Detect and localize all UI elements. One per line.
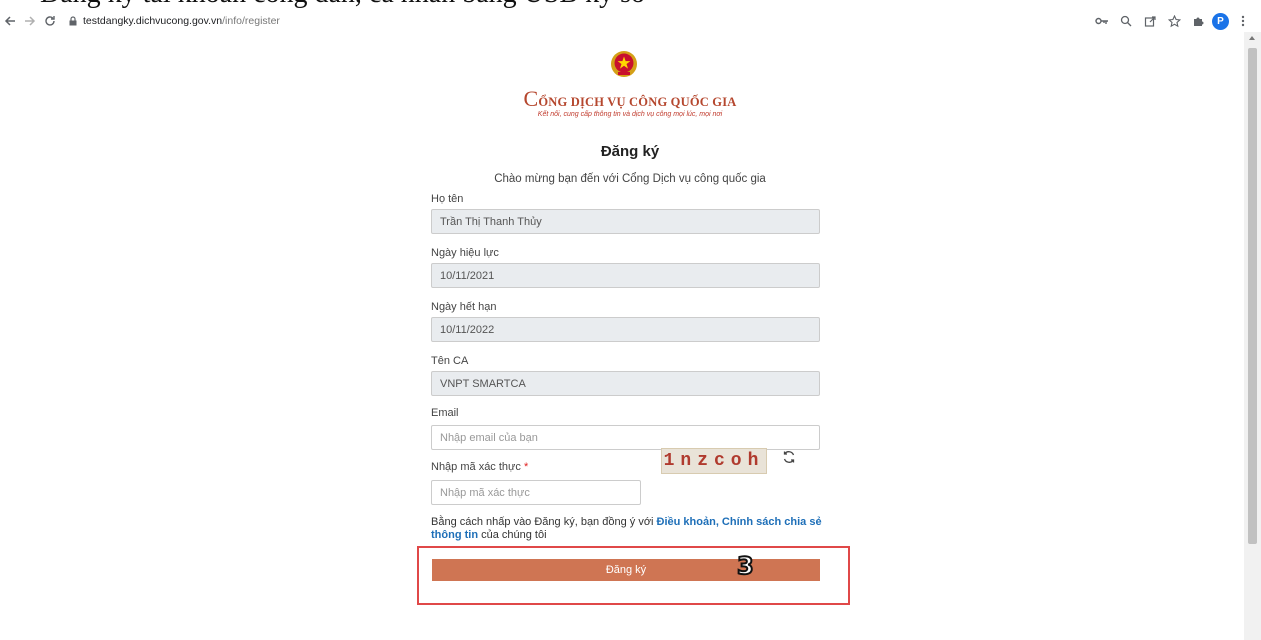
annotation-step-number: 3 [736,551,755,581]
valid-to-field: 10/11/2022 [431,317,820,342]
kebab-menu-icon[interactable] [1233,11,1253,31]
bookmark-star-icon[interactable] [1164,11,1184,31]
captcha-image: 1nzcoh [661,448,767,474]
profile-avatar[interactable]: P [1212,12,1229,30]
brand-title-initial: C [523,86,539,111]
terms-suffix: của chúng tôi [478,529,547,541]
portal-brand-title: CỔNG DỊCH VỤ CÔNG QUỐC GIA [520,86,740,112]
url-host: testdangky.dichvucong.gov.vn [83,15,223,27]
valid-from-field: 10/11/2021 [431,263,820,288]
url-path: /info/register [222,15,280,27]
lock-icon [69,16,77,26]
scroll-up-arrow-icon[interactable] [1249,36,1255,40]
required-mark: * [523,461,529,473]
ca-name-label: Tên CA [431,355,469,367]
page-title: Đăng ký [600,143,660,160]
portal-tagline: Kết nối, cung cấp thông tin và dịch vụ c… [537,111,723,118]
zoom-icon[interactable] [1116,11,1136,31]
email-field[interactable]: Nhập email của bạn [431,425,820,450]
share-icon[interactable] [1140,11,1160,31]
browser-toolbar: testdangky.dichvucong.gov.vn/info/regist… [0,10,1261,32]
national-emblem-icon [611,51,637,77]
full-name-label: Họ tên [431,193,464,205]
ca-name-field: VNPT SMARTCA [431,371,820,396]
captcha-label-text: Nhập mã xác thực [431,461,521,473]
forward-arrow-icon[interactable] [20,11,40,31]
reload-icon[interactable] [40,11,60,31]
email-label: Email [431,407,459,419]
terms-prefix: Bằng cách nhấp vào Đăng ký, bạn đồng ý v… [431,516,657,528]
page-content: CỔNG DỊCH VỤ CÔNG QUỐC GIA Kết nối, cung… [0,32,1244,640]
key-icon[interactable] [1092,11,1112,31]
cropped-heading: Đăng ký tài khoản công dân, cá nhân bằng… [0,0,1261,10]
scroll-thumb[interactable] [1248,48,1257,544]
valid-to-label: Ngày hết hạn [431,301,497,313]
address-bar[interactable]: testdangky.dichvucong.gov.vn/info/regist… [68,11,280,31]
full-name-field: Trần Thị Thanh Thủy [431,209,820,234]
register-submit-button[interactable]: Đăng ký [432,559,820,581]
cropped-heading-text: Đăng ký tài khoản công dân, cá nhân bằng… [40,0,645,10]
captcha-input[interactable]: Nhập mã xác thực [431,480,641,505]
page-scrollbar[interactable] [1244,32,1261,640]
valid-from-label: Ngày hiệu lực [431,247,499,259]
back-arrow-icon[interactable] [0,11,20,31]
refresh-captcha-icon[interactable] [782,450,798,466]
terms-text: Bằng cách nhấp vào Đăng ký, bạn đồng ý v… [431,516,831,542]
welcome-text: Chào mừng bạn đến với Cổng Dịch vụ công … [494,173,766,185]
captcha-label: Nhập mã xác thực * [431,461,528,473]
extensions-icon[interactable] [1188,11,1208,31]
brand-title-rest: ỔNG DỊCH VỤ CÔNG QUỐC GIA [538,95,737,109]
